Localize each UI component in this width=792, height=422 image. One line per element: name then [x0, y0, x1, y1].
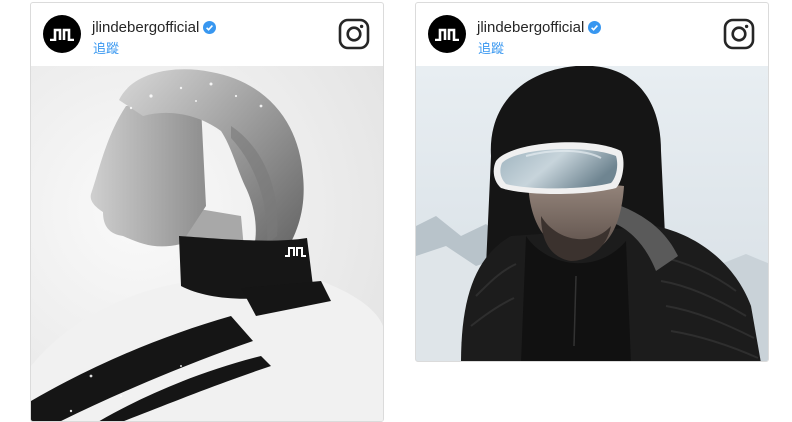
post-photo[interactable]: [416, 66, 768, 361]
card-header: jlindebergofficial 追蹤: [31, 3, 383, 66]
j-lindeberg-logo-icon: [50, 28, 74, 41]
man-in-hood-with-goggles-image: [416, 66, 768, 361]
username-link[interactable]: jlindebergofficial: [92, 19, 217, 36]
username-text: jlindebergofficial: [92, 19, 200, 36]
username-text: jlindebergofficial: [477, 19, 585, 36]
verified-badge-icon: [588, 21, 602, 34]
avatar[interactable]: [43, 15, 81, 53]
follow-link[interactable]: 追蹤: [478, 38, 504, 57]
instagram-embed-card: jlindebergofficial 追蹤: [30, 2, 384, 422]
verified-badge-icon: [203, 21, 217, 34]
card-header: jlindebergofficial 追蹤: [416, 3, 768, 66]
post-photo[interactable]: [31, 66, 383, 421]
instagram-icon[interactable]: [338, 18, 370, 50]
j-lindeberg-logo-icon: [435, 28, 459, 41]
username-link[interactable]: jlindebergofficial: [477, 19, 602, 36]
follow-link[interactable]: 追蹤: [93, 38, 119, 57]
woman-in-ski-jacket-image: [31, 66, 383, 421]
instagram-icon[interactable]: [723, 18, 755, 50]
instagram-embed-card: jlindebergofficial 追蹤: [415, 2, 769, 362]
avatar[interactable]: [428, 15, 466, 53]
